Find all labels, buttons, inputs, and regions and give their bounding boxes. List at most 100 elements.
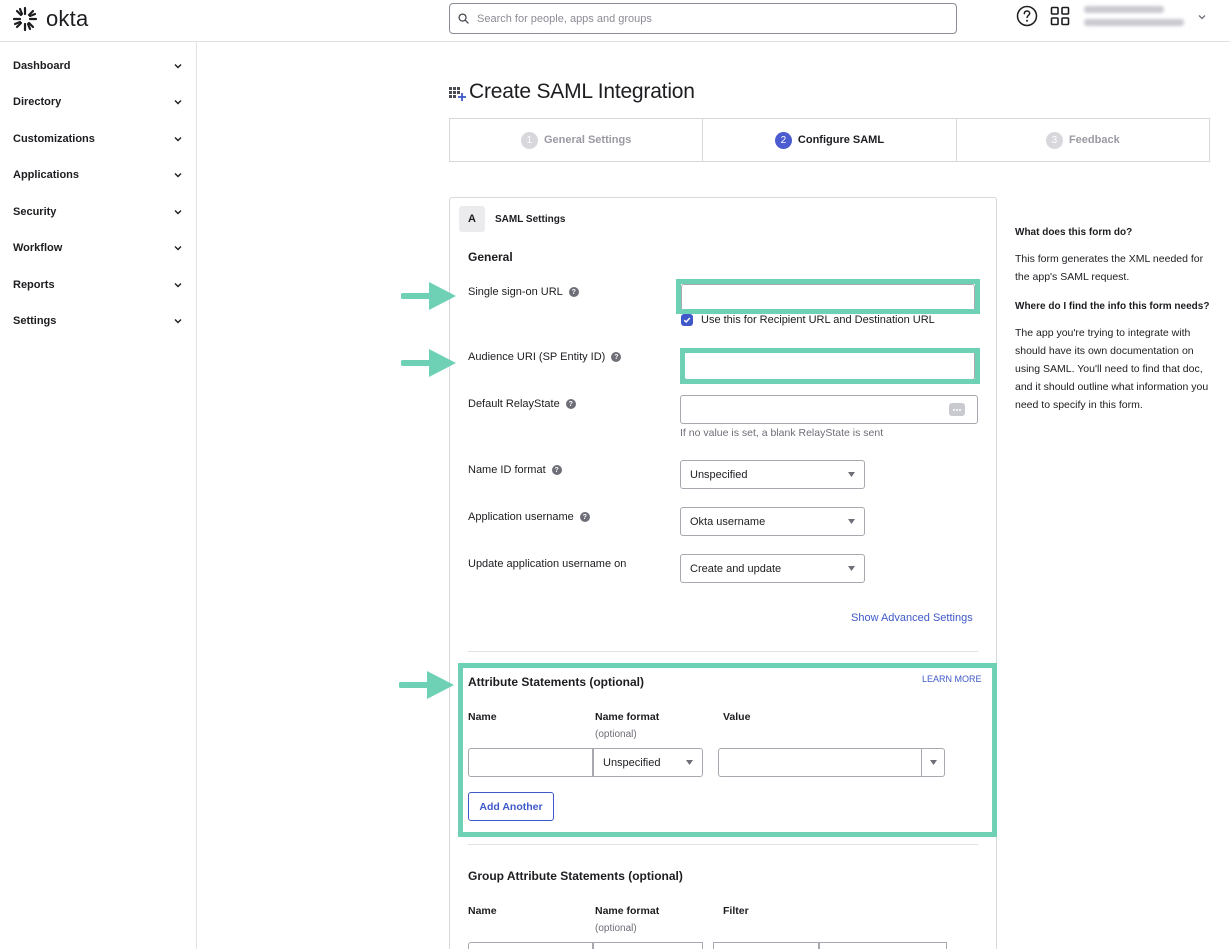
app-username-label: Application username ? <box>468 511 590 523</box>
okta-logo[interactable]: okta <box>12 6 88 32</box>
attr-format-select[interactable]: Unspecified <box>593 748 703 777</box>
help-question: What does this form do? <box>1015 227 1133 238</box>
sso-url-input[interactable] <box>681 284 975 313</box>
group-attr-col-format-sub: (optional) <box>595 923 637 934</box>
select-value: Unspecified <box>690 468 748 481</box>
sidebar-item-label: Workflow <box>13 242 63 254</box>
add-another-button[interactable]: Add Another <box>468 792 554 821</box>
group-attr-format-select[interactable] <box>593 942 703 949</box>
audience-uri-input[interactable] <box>684 351 975 380</box>
help-icon[interactable] <box>1016 5 1038 27</box>
search-icon <box>458 13 469 24</box>
step-number: 2 <box>774 131 792 149</box>
attr-name-input[interactable] <box>468 748 593 777</box>
section-divider <box>468 844 978 845</box>
sidebar-item-label: Applications <box>13 169 80 181</box>
recipient-checkbox-row[interactable]: Use this for Recipient URL and Destinati… <box>681 314 935 326</box>
sidebar-item-customizations[interactable]: Customizations <box>13 129 183 149</box>
update-username-label: Update application username on <box>468 558 626 570</box>
group-attr-filter-input[interactable] <box>819 942 947 949</box>
relaystate-hint: If no value is set, a blank RelayState i… <box>680 427 884 439</box>
user-menu[interactable] <box>1084 6 1184 32</box>
sidebar: Dashboard Directory Customizations Appli… <box>0 42 197 949</box>
sidebar-item-dashboard[interactable]: Dashboard <box>13 56 183 76</box>
group-attr-col-format: Name format <box>595 905 660 917</box>
chevron-down-icon <box>174 210 182 215</box>
app-username-select[interactable]: Okta username <box>680 507 865 536</box>
step-feedback[interactable]: 3 Feedback <box>957 119 1209 161</box>
sidebar-item-settings[interactable]: Settings <box>13 311 183 331</box>
blurred-org <box>1084 19 1184 26</box>
relaystate-label: Default RelayState ? <box>468 398 576 410</box>
step-number: 1 <box>520 131 538 149</box>
relaystate-label-text: Default RelayState <box>468 398 560 410</box>
attribute-statements-title: Attribute Statements (optional) <box>468 675 644 689</box>
attr-col-format: Name format <box>595 711 660 723</box>
sidebar-item-applications[interactable]: Applications <box>13 165 183 185</box>
attr-col-format-sub: (optional) <box>595 729 637 740</box>
help-tooltip-icon[interactable]: ? <box>579 512 590 522</box>
global-search[interactable] <box>449 3 957 34</box>
group-attribute-statements-title: Group Attribute Statements (optional) <box>468 869 683 883</box>
chevron-down-icon <box>174 137 182 142</box>
help-answer: The app you're trying to integrate with … <box>1015 327 1209 411</box>
step-configure-saml[interactable]: 2 Configure SAML <box>703 119 957 161</box>
page-header: Create SAML Integration <box>449 80 695 104</box>
audience-uri-label: Audience URI (SP Entity ID) ? <box>468 351 622 363</box>
help-tooltip-icon[interactable]: ? <box>611 352 622 362</box>
update-username-select[interactable]: Create and update <box>680 554 865 583</box>
select-value: Create and update <box>690 562 782 575</box>
sidebar-item-label: Customizations <box>13 133 95 145</box>
checkmark-icon <box>683 317 691 323</box>
step-general-settings[interactable]: 1 General Settings <box>450 119 704 161</box>
show-advanced-settings-link[interactable]: Show Advanced Settings <box>851 612 973 624</box>
card-heading: SAML Settings <box>495 213 566 225</box>
update-username-label-text: Update application username on <box>468 558 627 570</box>
help-tooltip-icon[interactable]: ? <box>568 287 579 297</box>
nameid-format-label: Name ID format ? <box>468 464 562 476</box>
sidebar-item-label: Settings <box>13 315 57 327</box>
help-tooltip-icon[interactable]: ? <box>551 465 562 475</box>
caret-down-icon <box>848 519 855 524</box>
user-menu-chevron-icon[interactable] <box>1198 13 1206 21</box>
sso-url-label-text: Single sign-on URL <box>468 286 563 298</box>
caret-down-icon <box>929 760 937 765</box>
general-section-title: General <box>468 250 513 264</box>
section-badge: A <box>459 206 485 232</box>
relaystate-input[interactable] <box>680 395 978 424</box>
chevron-down-icon <box>174 100 182 105</box>
chevron-down-icon <box>174 319 182 324</box>
okta-sunburst-icon <box>12 6 38 32</box>
group-attr-filter-select[interactable] <box>713 942 819 949</box>
select-value: Okta username <box>690 515 766 528</box>
help-panel: What does this form do? This form genera… <box>1015 226 1211 428</box>
step-number: 3 <box>1045 131 1063 149</box>
group-attr-col-filter: Filter <box>723 905 749 917</box>
search-input[interactable] <box>477 12 937 25</box>
help-question: Where do I find the info this form needs… <box>1015 301 1210 312</box>
learn-more-link[interactable]: LEARN MORE <box>922 674 982 684</box>
chevron-down-icon <box>174 246 182 251</box>
sidebar-item-directory[interactable]: Directory <box>13 92 183 112</box>
wizard-stepper: 1 General Settings 2 Configure SAML 3 Fe… <box>449 118 1210 162</box>
relaystate-field <box>680 395 978 424</box>
recipient-checkbox[interactable] <box>681 314 693 326</box>
app-grid-icon[interactable] <box>1050 6 1070 26</box>
nameid-format-select[interactable]: Unspecified <box>680 460 865 489</box>
attr-value-dropdown[interactable] <box>921 748 945 777</box>
group-attr-name-input[interactable] <box>468 942 593 949</box>
caret-down-icon <box>848 566 855 571</box>
annotation-arrow-icon <box>401 282 456 310</box>
sidebar-item-label: Directory <box>13 96 62 108</box>
group-attr-col-name: Name <box>468 905 497 917</box>
sidebar-item-reports[interactable]: Reports <box>13 275 183 295</box>
chevron-down-icon <box>174 64 182 69</box>
step-label: Configure SAML <box>797 134 885 146</box>
audience-uri-label-text: Audience URI (SP Entity ID) <box>468 351 606 363</box>
autofill-icon[interactable] <box>949 403 965 416</box>
help-tooltip-icon[interactable]: ? <box>565 399 576 409</box>
sidebar-item-workflow[interactable]: Workflow <box>13 238 183 258</box>
attr-value-input[interactable] <box>718 748 922 777</box>
sidebar-item-security[interactable]: Security <box>13 202 183 222</box>
sidebar-item-label: Dashboard <box>13 60 71 72</box>
